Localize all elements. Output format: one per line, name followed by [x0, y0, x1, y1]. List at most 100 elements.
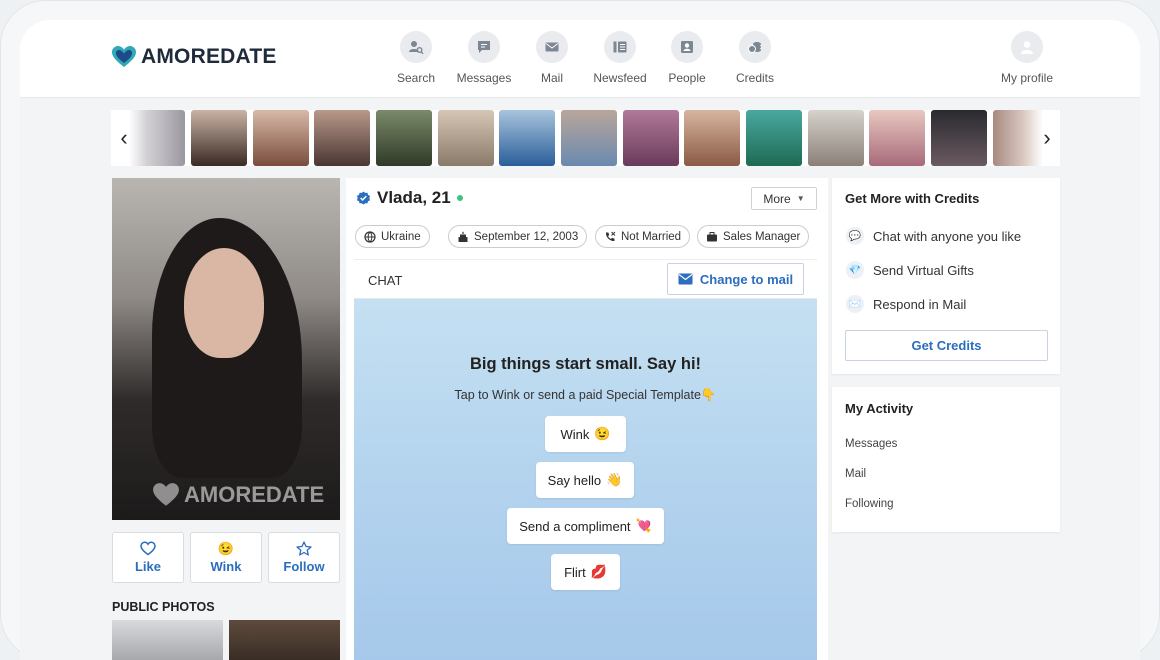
- occupation-tag: Sales Manager: [697, 225, 810, 248]
- user-avatar-icon: [1011, 31, 1043, 63]
- phone-icon: [605, 231, 616, 241]
- wink-emoji-icon: 😉: [217, 540, 235, 556]
- nav-label: Mail: [540, 71, 563, 85]
- profile-main-photo[interactable]: AMOREDATE: [112, 178, 340, 520]
- photo-face-shape: [184, 248, 264, 358]
- credits-feature: ✉️ Respond in Mail: [846, 295, 966, 313]
- watermark-text: AMOREDATE: [184, 482, 325, 507]
- coins-icon: [739, 31, 771, 63]
- get-credits-button[interactable]: Get Credits: [845, 330, 1048, 361]
- activity-item-following[interactable]: Following: [845, 498, 894, 510]
- profile-thumb[interactable]: [376, 110, 432, 166]
- nav-my-profile[interactable]: My profile: [987, 31, 1067, 85]
- online-indicator: [456, 195, 463, 201]
- more-label: More: [763, 191, 791, 206]
- heart-arrow-icon: 💘: [635, 518, 652, 533]
- globe-icon: [364, 230, 376, 243]
- app-screen: AMOREDATE Search Messages Mail Newsfeed: [20, 20, 1140, 660]
- verified-badge-icon: [356, 190, 371, 205]
- credits-card: Get More with Credits 💬 Chat with anyone…: [832, 178, 1060, 374]
- profile-thumb[interactable]: [561, 110, 617, 166]
- nav-label: Messages: [456, 71, 512, 85]
- flirt-template-button[interactable]: Flirt 💋: [551, 554, 620, 590]
- template-text: Flirt: [564, 564, 586, 580]
- brand-name: AMOREDATE: [141, 45, 277, 68]
- people-card-icon: [671, 31, 703, 63]
- activity-item-messages[interactable]: Messages: [845, 438, 897, 450]
- activity-item-mail[interactable]: Mail: [845, 468, 866, 480]
- waving-hand-icon: 👋: [606, 472, 623, 487]
- change-to-mail-button[interactable]: Change to mail: [667, 263, 804, 295]
- diamond-icon: 💎: [846, 261, 864, 279]
- activity-card-title: My Activity: [845, 401, 914, 416]
- chat-headline: Big things start small. Say hi!: [469, 355, 702, 373]
- country-tag: Ukraine: [355, 225, 430, 248]
- compliment-template-button[interactable]: Send a compliment 💘: [507, 508, 664, 544]
- template-text: Wink: [560, 426, 590, 442]
- profile-thumb[interactable]: [253, 110, 309, 166]
- search-person-icon: [400, 31, 432, 63]
- nav-label: Credits: [735, 71, 774, 85]
- profile-main-panel: Vlada, 21 More ▼ Ukraine September 12, 2…: [346, 178, 828, 660]
- chat-area: Big things start small. Say hi! Tap to W…: [354, 299, 817, 660]
- tag-text: September 12, 2003: [474, 230, 579, 243]
- template-text: Say hello: [547, 472, 602, 488]
- wink-emoji-icon: 😉: [594, 426, 611, 441]
- public-photo[interactable]: [112, 620, 223, 660]
- envelope-icon: [678, 273, 693, 285]
- profile-thumb[interactable]: [623, 110, 679, 166]
- chat-subline: Tap to Wink or send a paid Special Templ…: [454, 388, 717, 402]
- profile-thumb[interactable]: [499, 110, 555, 166]
- more-dropdown[interactable]: More ▼: [751, 187, 817, 210]
- nav-label: My profile: [1000, 71, 1053, 85]
- brand-logo[interactable]: AMOREDATE: [111, 45, 277, 69]
- profile-thumb[interactable]: [746, 110, 802, 166]
- feature-text: Send Virtual Gifts: [873, 262, 974, 278]
- cake-icon: [458, 231, 468, 242]
- birthday-tag: September 12, 2003: [448, 225, 588, 248]
- marital-status-tag: Not Married: [595, 225, 691, 248]
- profile-thumb[interactable]: [931, 110, 987, 166]
- follow-button[interactable]: Follow: [268, 532, 340, 583]
- profile-thumb[interactable]: [438, 110, 494, 166]
- chat-label: CHAT: [368, 273, 403, 288]
- profile-thumb[interactable]: [808, 110, 864, 166]
- feature-text: Chat with anyone you like: [873, 228, 1022, 244]
- profile-thumb[interactable]: [314, 110, 370, 166]
- credits-feature: 💬 Chat with anyone you like: [846, 227, 1021, 245]
- kiss-lips-icon: 💋: [590, 564, 607, 579]
- profile-name: Vlada, 21: [377, 188, 451, 207]
- nav-label: Newsfeed: [593, 71, 647, 85]
- newsfeed-icon: [604, 31, 636, 63]
- say-hello-template-button[interactable]: Say hello 👋: [536, 462, 634, 498]
- speech-bubble-icon: 💬: [846, 227, 864, 245]
- heart-watermark-icon: [153, 483, 179, 506]
- public-photo[interactable]: [229, 620, 340, 660]
- tag-text: Ukraine: [381, 230, 421, 243]
- heart-icon: [140, 541, 156, 556]
- wink-button[interactable]: 😉 Wink: [190, 532, 262, 583]
- top-header: AMOREDATE Search Messages Mail Newsfeed: [20, 20, 1140, 98]
- follow-label: Follow: [283, 559, 325, 574]
- like-label: Like: [134, 559, 161, 574]
- tag-text: Not Married: [621, 230, 682, 243]
- profile-thumb[interactable]: [684, 110, 740, 166]
- chevron-right-icon[interactable]: ›: [1034, 110, 1060, 166]
- wink-template-button[interactable]: Wink 😉: [545, 416, 626, 452]
- profiles-carousel: ‹ ›: [111, 110, 1060, 166]
- profile-thumb[interactable]: [191, 110, 247, 166]
- wink-label: Wink: [210, 558, 242, 574]
- like-button[interactable]: Like: [112, 532, 184, 583]
- credits-card-title: Get More with Credits: [845, 191, 980, 206]
- nav-label: Search: [396, 71, 436, 85]
- nav-label: People: [668, 71, 706, 85]
- change-to-mail-label: Change to mail: [699, 271, 794, 287]
- nav-credits[interactable]: Credits: [715, 31, 795, 85]
- envelope-icon: [536, 31, 568, 63]
- credits-feature: 💎 Send Virtual Gifts: [846, 261, 974, 279]
- profile-thumb[interactable]: [869, 110, 925, 166]
- profile-name-row: Vlada, 21: [356, 188, 463, 208]
- public-photos-title: PUBLIC PHOTOS: [112, 600, 215, 614]
- device-frame: AMOREDATE Search Messages Mail Newsfeed: [0, 0, 1160, 660]
- profile-thumb[interactable]: [129, 110, 185, 166]
